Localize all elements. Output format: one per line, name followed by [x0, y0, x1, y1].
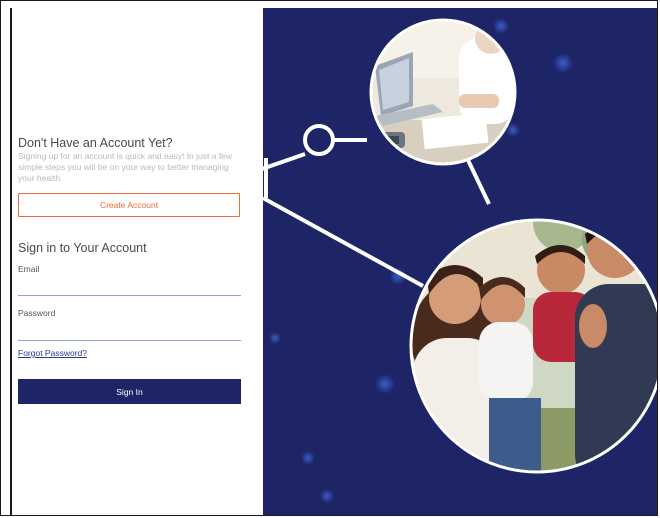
screenshot-border	[0, 0, 658, 516]
